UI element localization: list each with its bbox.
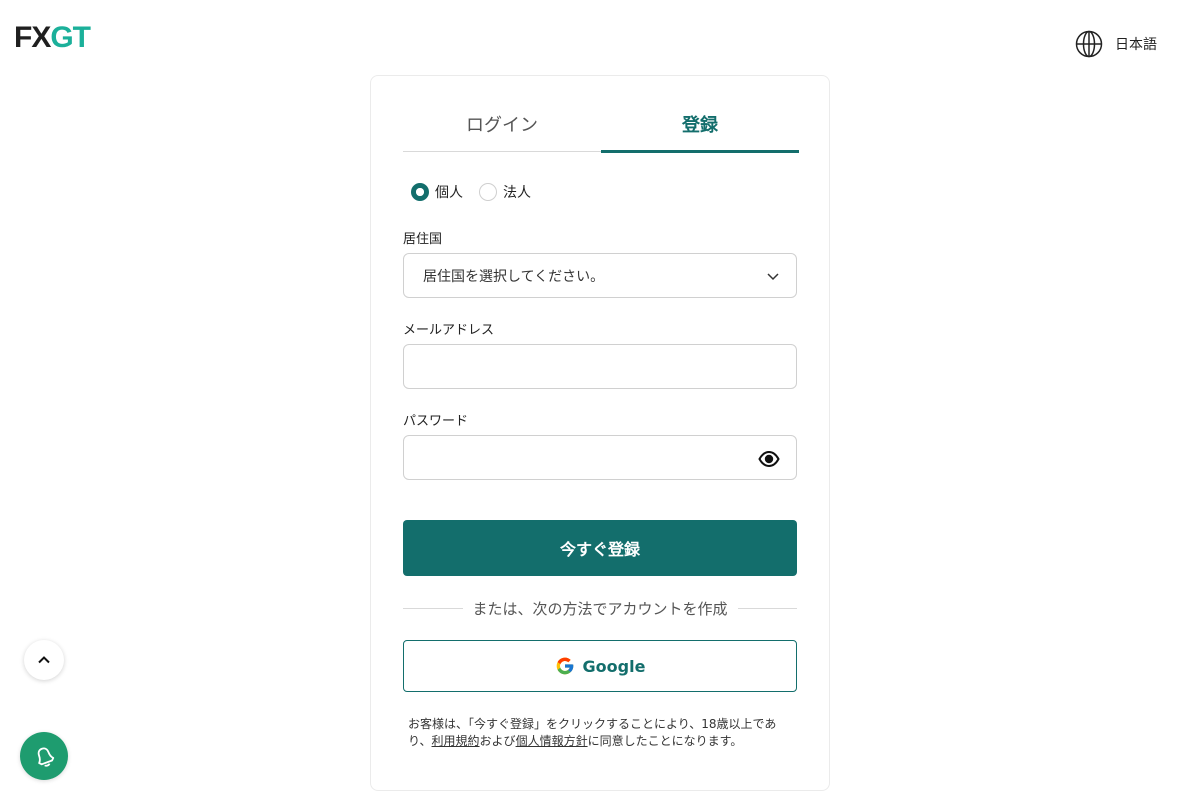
password-field[interactable]	[423, 436, 777, 479]
radio-corporate-label: 法人	[503, 185, 531, 201]
google-signup-button[interactable]: Google	[403, 640, 797, 692]
auth-card: ログイン 登録 個人 法人 居住国 居住国を選択してください。 メールアドレス …	[370, 75, 830, 791]
radio-individual-circle[interactable]	[411, 183, 429, 201]
or-divider: または、次の方法でアカウントを作成	[403, 596, 798, 620]
chevron-down-icon	[767, 273, 779, 281]
auth-tabs: ログイン 登録	[403, 96, 799, 153]
globe-icon	[1075, 30, 1103, 58]
password-field-wrapper	[403, 435, 797, 480]
bell-icon	[37, 747, 55, 767]
email-field-wrapper	[403, 344, 797, 389]
scroll-to-top-button[interactable]	[24, 640, 64, 680]
language-label: 日本語	[1115, 37, 1157, 53]
radio-individual-label: 個人	[435, 185, 463, 201]
divider-line-left	[403, 607, 463, 609]
tab-login[interactable]: ログイン	[403, 96, 601, 151]
fxgt-logo[interactable]: FX GT	[14, 21, 91, 54]
legal-notice: お客様は、「今すぐ登録」をクリックすることにより、18歳以上であり、利用規約およ…	[408, 716, 788, 750]
country-select-placeholder: 居住国を選択してください。	[423, 268, 605, 285]
radio-corporate[interactable]: 法人	[479, 182, 531, 202]
password-label: パスワード	[403, 414, 469, 429]
country-label: 居住国	[403, 232, 443, 247]
radio-corporate-circle[interactable]	[479, 183, 497, 201]
country-select[interactable]: 居住国を選択してください。	[403, 253, 797, 298]
language-selector[interactable]: 日本語	[1075, 30, 1157, 58]
legal-suffix: に同意したことになります。	[587, 734, 743, 748]
logo-gt-text: GT	[50, 21, 91, 54]
account-type-group: 個人 法人	[411, 182, 531, 202]
email-field[interactable]	[423, 345, 777, 388]
divider-text: または、次の方法でアカウントを作成	[472, 599, 728, 618]
terms-link[interactable]: 利用規約	[432, 734, 480, 748]
eye-icon[interactable]	[758, 449, 780, 469]
legal-middle: および	[479, 734, 516, 748]
register-now-button[interactable]: 今すぐ登録	[403, 520, 797, 576]
privacy-policy-link[interactable]: 個人情報方針	[516, 734, 588, 748]
notification-button[interactable]	[20, 732, 68, 780]
radio-individual[interactable]: 個人	[411, 182, 463, 202]
email-label: メールアドレス	[403, 323, 495, 338]
tab-register[interactable]: 登録	[601, 96, 799, 153]
chevron-up-icon	[38, 656, 50, 664]
google-label: Google	[582, 656, 646, 676]
google-icon	[556, 657, 573, 675]
divider-line-right	[737, 607, 798, 609]
logo-fx-text: FX	[14, 21, 51, 54]
